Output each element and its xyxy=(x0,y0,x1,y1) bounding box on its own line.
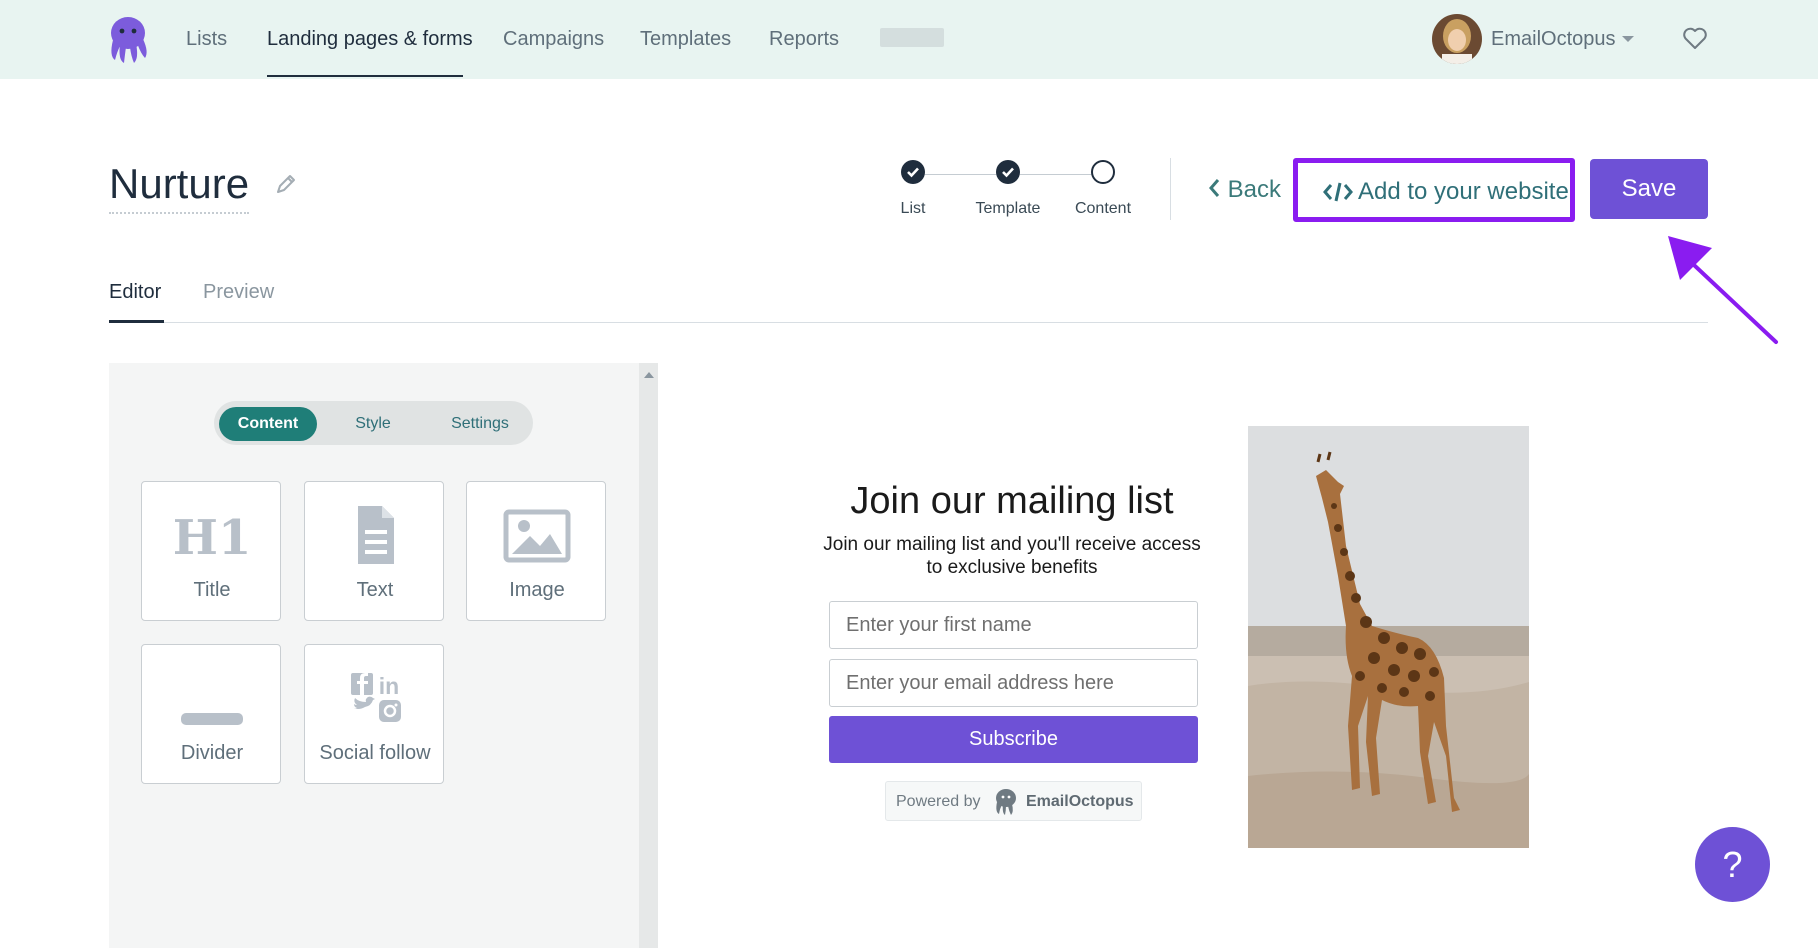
block-label: Divider xyxy=(180,742,244,764)
h1-icon: H1 xyxy=(175,510,249,566)
form-description[interactable]: Join our mailing list and you'll receive… xyxy=(820,533,1204,579)
emailoctopus-logo-icon[interactable] xyxy=(107,16,149,64)
chevron-down-icon[interactable] xyxy=(1622,36,1634,42)
tab-preview[interactable]: Preview xyxy=(203,278,274,306)
avatar[interactable] xyxy=(1432,14,1482,64)
add-to-website-label: Add to your website xyxy=(1358,178,1569,205)
nav-active-underline xyxy=(267,75,463,77)
block-social-follow[interactable]: in Social follow xyxy=(304,644,444,784)
powered-by-brand: EmailOctopus xyxy=(1026,793,1134,810)
step-connector xyxy=(1020,174,1091,175)
linkedin-icon: in xyxy=(379,673,399,699)
first-name-input[interactable] xyxy=(829,601,1198,649)
block-label: Title xyxy=(193,579,231,601)
pencil-edit-icon[interactable] xyxy=(274,172,298,196)
document-icon xyxy=(358,506,394,564)
social-icons: in xyxy=(351,673,401,722)
tabs-divider xyxy=(109,322,1708,323)
form-title[interactable]: Join our mailing list xyxy=(780,478,1244,524)
step-label-template: Template xyxy=(975,200,1041,217)
step-template-check xyxy=(996,160,1020,184)
block-text[interactable]: Text xyxy=(304,481,444,621)
heart-icon[interactable] xyxy=(1682,26,1708,50)
top-navigation: Lists Landing pages & forms Campaigns Te… xyxy=(0,0,1818,79)
svg-text:H1: H1 xyxy=(175,510,249,566)
email-input[interactable] xyxy=(829,659,1198,707)
step-content-circle xyxy=(1091,160,1115,184)
help-button[interactable]: ? xyxy=(1695,827,1770,902)
nav-templates[interactable]: Templates xyxy=(640,24,731,54)
block-label: Text xyxy=(356,579,394,601)
block-label: Image xyxy=(509,579,565,601)
block-title[interactable]: H1 Title xyxy=(141,481,281,621)
code-icon xyxy=(1323,182,1353,202)
tab-active-underline xyxy=(109,320,164,323)
panel-scrollbar[interactable] xyxy=(639,363,658,948)
chevron-left-icon xyxy=(1209,179,1220,197)
header-divider xyxy=(1170,158,1171,220)
account-name[interactable]: EmailOctopus xyxy=(1491,24,1616,54)
step-label-content: Content xyxy=(1074,200,1132,217)
step-connector xyxy=(925,174,996,175)
add-to-website-button[interactable]: Add to your website xyxy=(1293,158,1575,222)
check-icon xyxy=(1002,167,1014,178)
annotation-arrow-icon xyxy=(1668,236,1778,344)
step-list-check xyxy=(901,160,925,184)
twitter-icon xyxy=(352,696,375,709)
back-button[interactable]: Back xyxy=(1207,173,1281,207)
instagram-icon xyxy=(379,700,401,722)
nav-campaigns[interactable]: Campaigns xyxy=(503,24,604,54)
save-button[interactable]: Save xyxy=(1590,159,1708,219)
check-icon xyxy=(907,167,919,178)
nav-reports[interactable]: Reports xyxy=(769,24,839,54)
tab-editor[interactable]: Editor xyxy=(109,278,161,306)
nav-redacted-item xyxy=(880,28,944,47)
octopus-icon xyxy=(996,789,1016,815)
back-label: Back xyxy=(1227,176,1282,203)
nav-landing-pages-forms[interactable]: Landing pages & forms xyxy=(267,24,473,54)
nav-lists[interactable]: Lists xyxy=(186,24,227,54)
block-image[interactable]: Image xyxy=(466,481,606,621)
divider-icon xyxy=(181,713,243,725)
block-divider[interactable]: Divider xyxy=(141,644,281,784)
segment-content[interactable]: Content xyxy=(219,407,317,441)
powered-by-text: Powered by xyxy=(896,793,981,810)
block-label: Social follow xyxy=(319,742,431,764)
segment-style[interactable]: Style xyxy=(326,407,420,441)
powered-by-badge[interactable]: Powered by EmailOctopus xyxy=(885,781,1142,821)
segment-settings[interactable]: Settings xyxy=(430,407,530,441)
image-icon xyxy=(503,509,571,563)
scroll-up-arrow-icon[interactable] xyxy=(644,372,654,378)
step-label-list: List xyxy=(900,200,926,217)
subscribe-button[interactable]: Subscribe xyxy=(829,716,1198,763)
page-title[interactable]: Nurture xyxy=(109,160,250,214)
giraffe-image[interactable] xyxy=(1248,426,1529,848)
